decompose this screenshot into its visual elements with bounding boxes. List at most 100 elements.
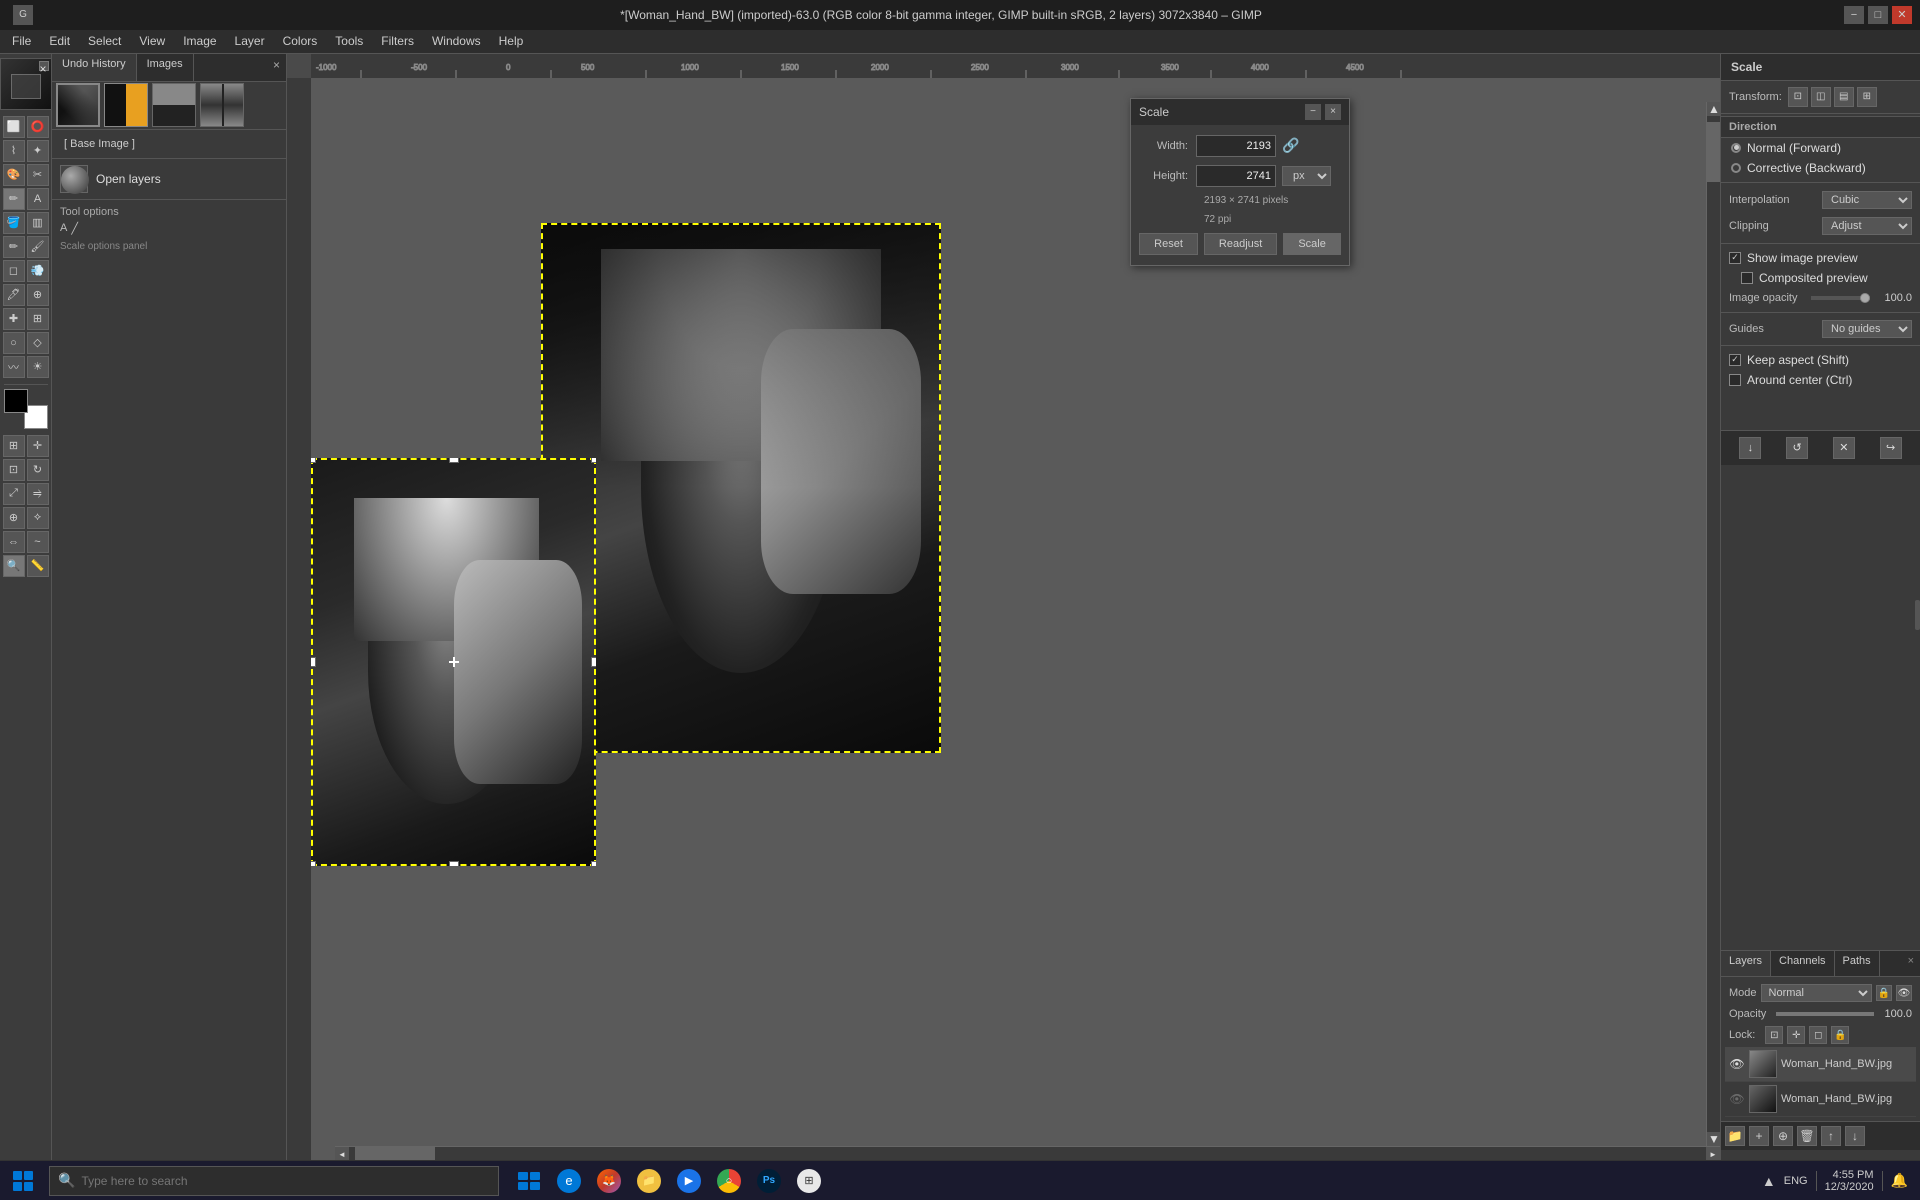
tool-dodge-burn[interactable]: ☀ <box>27 356 49 378</box>
lock-pixels-btn[interactable]: ⊡ <box>1765 1026 1783 1044</box>
layer-action-new-group[interactable]: 📁 <box>1725 1126 1745 1146</box>
layer-eye-1[interactable]: 👁 <box>1729 1091 1745 1107</box>
layer-opacity-slider[interactable] <box>1776 1012 1874 1016</box>
taskbar-search-bar[interactable]: 🔍 <box>49 1166 499 1196</box>
layer-small-photo[interactable] <box>311 458 596 866</box>
readjust-button[interactable]: Readjust <box>1204 233 1277 255</box>
tool-move[interactable]: ✛ <box>27 435 49 457</box>
tool-unified-transform[interactable]: ⇔ <box>3 531 25 553</box>
taskbar-chrome-icon[interactable]: ○ <box>711 1163 747 1199</box>
menu-select[interactable]: Select <box>80 32 129 50</box>
tool-paintbrush[interactable]: 🖌 <box>27 236 49 258</box>
tool-select-by-color[interactable]: 🎨 <box>3 164 25 186</box>
handle-mr[interactable] <box>591 657 596 667</box>
handle-center[interactable] <box>449 657 459 667</box>
handle-ml[interactable] <box>311 657 316 667</box>
layer-action-new[interactable]: + <box>1749 1126 1769 1146</box>
foreground-layer-thumb[interactable] <box>56 83 100 127</box>
panel-action-reset[interactable]: ↺ <box>1786 437 1808 459</box>
transform-icon-1[interactable]: ⊡ <box>1788 87 1808 107</box>
layer-action-copy[interactable]: ⊕ <box>1773 1126 1793 1146</box>
menu-edit[interactable]: Edit <box>41 32 78 50</box>
menu-help[interactable]: Help <box>491 32 532 50</box>
close-button[interactable]: ✕ <box>1892 6 1912 24</box>
lock-all-btn[interactable]: 🔒 <box>1831 1026 1849 1044</box>
menu-colors[interactable]: Colors <box>275 32 326 50</box>
mode-select[interactable]: Normal Multiply Screen Overlay <box>1761 984 1872 1002</box>
transform-icon-4[interactable]: ⊞ <box>1857 87 1877 107</box>
canvas-content[interactable]: Scale − × Width: 🔗 Height: <box>311 78 1720 1160</box>
guides-select[interactable]: No guides Center Rule of thirds Golden s… <box>1822 320 1912 338</box>
canvas-hscroll[interactable]: ◄ ► <box>335 1146 1720 1160</box>
height-input[interactable] <box>1196 165 1276 187</box>
tool-select-scissors[interactable]: ✂ <box>27 164 49 186</box>
clipping-select[interactable]: Adjust Clip Crop to result Crop with asp… <box>1822 217 1912 235</box>
tool-blur[interactable]: ○ <box>3 332 25 354</box>
tool-eraser[interactable]: ◻ <box>3 260 25 282</box>
scale-button[interactable]: Scale <box>1283 233 1341 255</box>
panel-action-delete[interactable]: ✕ <box>1833 437 1855 459</box>
show-preview-checkbox[interactable]: ✓ <box>1729 252 1741 264</box>
reset-button[interactable]: Reset <box>1139 233 1198 255</box>
lock-position-btn[interactable]: ✛ <box>1787 1026 1805 1044</box>
handle-bc[interactable] <box>449 861 459 866</box>
open-layers-section[interactable]: Open layers <box>52 159 286 199</box>
bw-layer-thumb[interactable] <box>152 83 196 127</box>
handle-tl[interactable] <box>311 458 316 463</box>
transform-icon-3[interactable]: ▤ <box>1834 87 1854 107</box>
layer-item-0[interactable]: 👁 Woman_Hand_BW.jpg <box>1725 1047 1916 1082</box>
layer-action-delete[interactable]: 🗑 <box>1797 1126 1817 1146</box>
layers-tab-layers[interactable]: Layers <box>1721 951 1771 976</box>
mode-lock-btn[interactable]: 🔒 <box>1876 985 1892 1001</box>
tab-images[interactable]: Images <box>137 54 194 81</box>
mode-visible-btn[interactable]: 👁 <box>1896 985 1912 1001</box>
tool-crop[interactable]: ⊡ <box>3 459 25 481</box>
tool-handle-transform[interactable]: ⊕ <box>3 507 25 529</box>
menu-image[interactable]: Image <box>175 32 224 50</box>
unit-select[interactable]: px % in cm <box>1282 166 1331 186</box>
tool-paths[interactable]: ✏ <box>3 188 25 210</box>
maximize-button[interactable]: □ <box>1868 6 1888 24</box>
menu-windows[interactable]: Windows <box>424 32 489 50</box>
tray-notifications[interactable]: 🔔 <box>1891 1172 1908 1189</box>
handle-tc[interactable] <box>449 458 459 463</box>
tool-perspective-clone[interactable]: ⊞ <box>27 308 49 330</box>
tool-text[interactable]: A <box>27 188 49 210</box>
tool-ink[interactable]: 🖊 <box>3 284 25 306</box>
composited-preview-checkbox[interactable] <box>1741 272 1753 284</box>
panel-action-new[interactable]: ↓ <box>1739 437 1761 459</box>
layer-large-photo[interactable] <box>541 223 941 753</box>
around-center-checkbox[interactable] <box>1729 374 1741 386</box>
tool-select-fuzzy[interactable]: ✦ <box>27 140 49 162</box>
tool-scale-tool[interactable]: ⤢ <box>3 483 25 505</box>
panel-close-btn[interactable]: × <box>267 54 286 81</box>
tool-shear[interactable]: ⥤ <box>27 483 49 505</box>
taskbar-explorer-icon[interactable]: 📁 <box>631 1163 667 1199</box>
layer-item-1[interactable]: 👁 Woman_Hand_BW.jpg <box>1725 1082 1916 1117</box>
tool-bucket-fill[interactable]: 🪣 <box>3 212 25 234</box>
tool-warp-transform[interactable]: ~ <box>27 531 49 553</box>
radio-normal[interactable] <box>1731 143 1741 153</box>
layers-tab-paths[interactable]: Paths <box>1835 951 1880 976</box>
panel-resize-handle[interactable] <box>1915 600 1920 630</box>
system-clock[interactable]: 4:55 PM 12/3/2020 <box>1825 1169 1874 1193</box>
color-swatch-thumb[interactable] <box>104 83 148 127</box>
taskbar-firefox-icon[interactable]: 🦊 <box>591 1163 627 1199</box>
canvas-vscroll[interactable]: ▲ ▼ <box>1706 102 1720 1146</box>
tool-sharpen[interactable]: ◇ <box>27 332 49 354</box>
menu-view[interactable]: View <box>131 32 173 50</box>
vscroll-thumb[interactable] <box>1707 122 1720 182</box>
lock-alpha-btn[interactable]: ◻ <box>1809 1026 1827 1044</box>
panel-action-ok[interactable]: ↪ <box>1880 437 1902 459</box>
hscroll-left[interactable]: ◄ <box>335 1147 349 1160</box>
transform-icon-2[interactable]: ◫ <box>1811 87 1831 107</box>
tool-heal[interactable]: ✚ <box>3 308 25 330</box>
handle-br[interactable] <box>591 861 596 866</box>
layer-action-move-up[interactable]: ↑ <box>1821 1126 1841 1146</box>
tool-rotate[interactable]: ↻ <box>27 459 49 481</box>
menu-layer[interactable]: Layer <box>227 32 273 50</box>
tool-zoom[interactable]: 🔍 <box>3 555 25 577</box>
minimize-button[interactable]: − <box>1844 6 1864 24</box>
search-input[interactable] <box>81 1174 490 1188</box>
taskbar-task-view[interactable] <box>511 1163 547 1199</box>
